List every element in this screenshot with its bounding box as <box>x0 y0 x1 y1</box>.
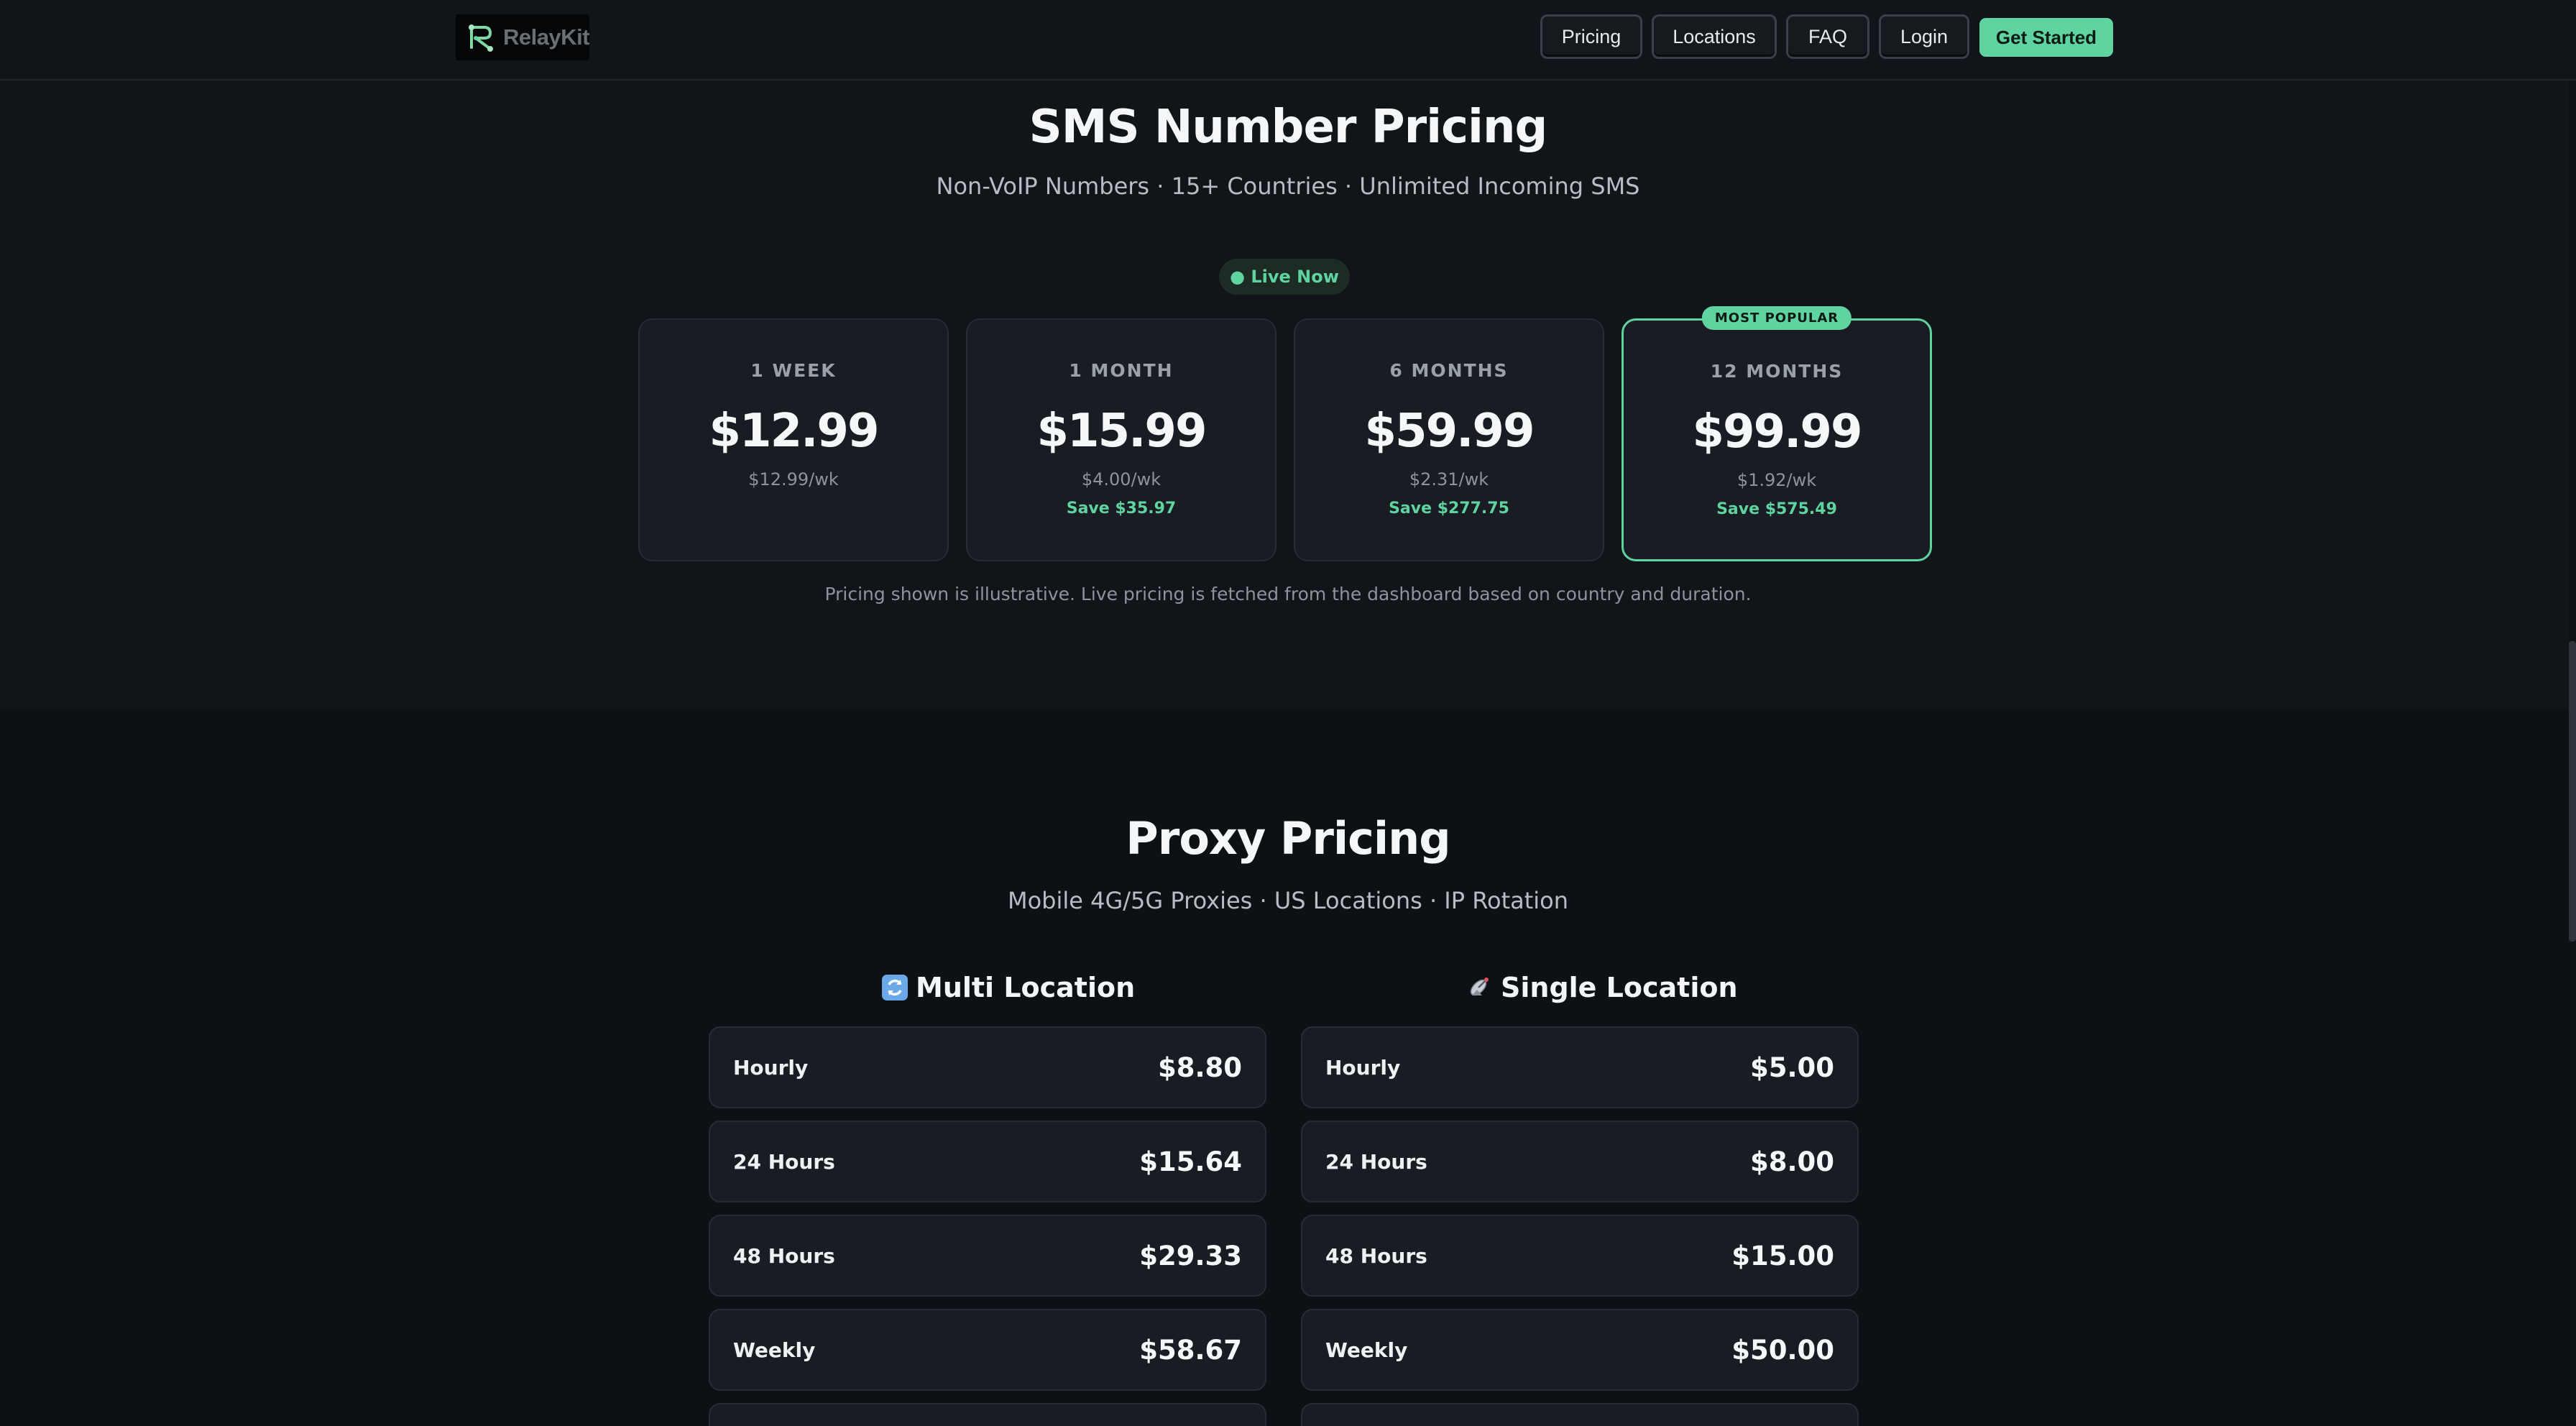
single-price-row-weekly[interactable]: Weekly $50.00 <box>1301 1309 1859 1391</box>
duration-price: $5.00 <box>1749 1052 1834 1083</box>
plan-savings: Save $35.97 <box>1066 500 1177 518</box>
plan-price: $99.99 <box>1692 405 1863 459</box>
logo-text: RelayKit <box>502 24 590 50</box>
scrollbar-thumb[interactable] <box>2569 641 2576 942</box>
plan-card-1-month[interactable]: 1 MONTH $15.99 $4.00/wk Save $35.97 <box>966 318 1276 561</box>
relaykit-logo-icon <box>466 22 497 53</box>
duration-label: Weekly <box>1325 1338 1408 1362</box>
nav-pricing[interactable]: Pricing <box>1540 14 1642 59</box>
logo[interactable]: RelayKit <box>456 14 590 60</box>
plan-card-1-week[interactable]: 1 WEEK $12.99 $12.99/wk <box>638 318 949 561</box>
nav-faq[interactable]: FAQ <box>1786 14 1869 59</box>
plan-price: $12.99 <box>709 405 880 458</box>
rotate-arrows-icon <box>882 975 908 1000</box>
duration-price: $15.00 <box>1731 1240 1834 1271</box>
multi-price-row-hourly[interactable]: Hourly $8.80 <box>709 1026 1266 1108</box>
sms-pricing-subtitle: Non-VoIP Numbers · 15+ Countries · Unlim… <box>936 172 1640 200</box>
live-now-badge: ● Live Now <box>1219 259 1350 295</box>
single-location-title: Single Location <box>1501 972 1738 1003</box>
plan-per-week: $12.99/wk <box>748 469 839 489</box>
plan-period: 1 MONTH <box>1069 360 1174 381</box>
nav-login[interactable]: Login <box>1879 14 1969 59</box>
nav-locations[interactable]: Locations <box>1652 14 1777 59</box>
duration-label: 24 Hours <box>733 1149 835 1174</box>
proxy-pricing-subtitle: Mobile 4G/5G Proxies · US Locations · IP… <box>1007 887 1569 914</box>
proxy-pricing-title: Proxy Pricing <box>1126 812 1450 865</box>
sms-pricing-title: SMS Number Pricing <box>1029 101 1548 154</box>
plan-period: 12 MONTHS <box>1710 361 1844 382</box>
single-price-row-24-hours[interactable]: 24 Hours $8.00 <box>1301 1121 1859 1202</box>
plan-price: $15.99 <box>1036 405 1208 458</box>
duration-label: Hourly <box>1325 1055 1401 1080</box>
plan-period: 1 WEEK <box>750 360 837 381</box>
duration-price: $50.00 <box>1731 1334 1834 1366</box>
duration-price: $8.00 <box>1749 1146 1834 1177</box>
plan-card-6-months[interactable]: 6 MONTHS $59.99 $2.31/wk Save $277.75 <box>1294 318 1604 561</box>
satellite-antenna-icon <box>1470 978 1489 996</box>
multi-price-row-weekly[interactable]: Weekly $58.67 <box>709 1309 1266 1391</box>
multi-location-heading: Multi Location <box>881 972 1135 1003</box>
pricing-note: Pricing shown is illustrative. Live pric… <box>824 584 1752 604</box>
single-price-row-48-hours[interactable]: 48 Hours $15.00 <box>1301 1215 1859 1297</box>
plan-savings: Save $575.49 <box>1716 500 1837 518</box>
duration-label: Weekly <box>733 1338 816 1362</box>
single-location-heading: Single Location <box>1466 972 1738 1003</box>
single-price-row-partial <box>1301 1403 1859 1426</box>
plan-savings: Save $277.75 <box>1389 500 1509 518</box>
multi-price-row-partial <box>709 1403 1266 1426</box>
duration-price: $15.64 <box>1139 1146 1242 1177</box>
multi-price-row-24-hours[interactable]: 24 Hours $15.64 <box>709 1121 1266 1202</box>
most-popular-badge: MOST POPULAR <box>1701 306 1852 330</box>
plan-per-week: $4.00/wk <box>1081 469 1162 489</box>
plan-period: 6 MONTHS <box>1389 360 1509 381</box>
duration-price: $8.80 <box>1157 1052 1242 1083</box>
duration-label: 24 Hours <box>1325 1149 1427 1174</box>
multi-location-title: Multi Location <box>916 972 1136 1003</box>
duration-label: 48 Hours <box>733 1243 835 1268</box>
get-started-button[interactable]: Get Started <box>1979 18 2113 57</box>
duration-label: Hourly <box>733 1055 809 1080</box>
multi-price-row-48-hours[interactable]: 48 Hours $29.33 <box>709 1215 1266 1297</box>
plan-per-week: $1.92/wk <box>1736 470 1817 490</box>
duration-price: $29.33 <box>1139 1240 1242 1271</box>
top-navbar: RelayKit Pricing Locations FAQ Login Get… <box>0 0 2576 80</box>
duration-price: $58.67 <box>1139 1334 1242 1366</box>
plan-card-12-months[interactable]: MOST POPULAR 12 MONTHS $99.99 $1.92/wk S… <box>1622 306 1932 561</box>
single-price-row-hourly[interactable]: Hourly $5.00 <box>1301 1026 1859 1108</box>
plan-per-week: $2.31/wk <box>1409 469 1489 489</box>
duration-label: 48 Hours <box>1325 1243 1427 1268</box>
plan-price: $59.99 <box>1364 405 1535 458</box>
